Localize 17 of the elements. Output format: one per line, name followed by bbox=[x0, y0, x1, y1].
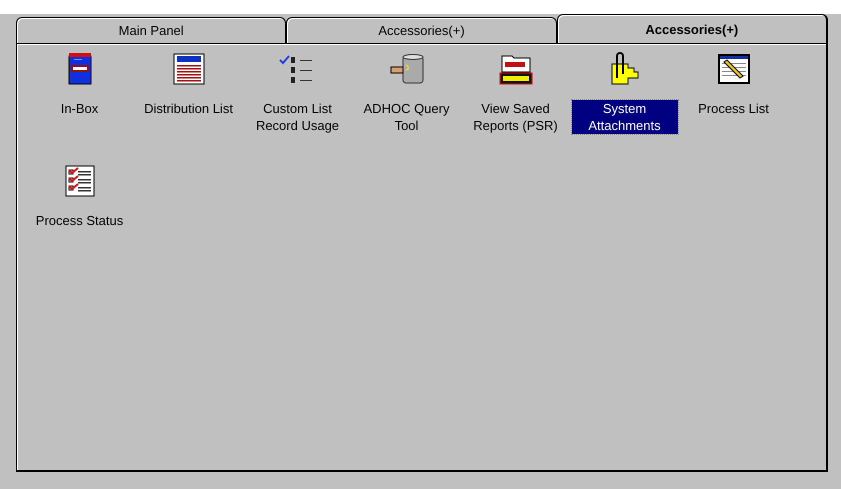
checklist-icon bbox=[64, 165, 94, 197]
hand-on-database-icon bbox=[388, 53, 424, 85]
shortcut-label[interactable]: Process Status bbox=[32, 212, 126, 229]
pencil-on-window-icon bbox=[718, 54, 750, 84]
tab[interactable]: Accessories(+) bbox=[556, 14, 828, 43]
shortcut-label[interactable]: System Attachments bbox=[572, 100, 678, 134]
mailbox-icon bbox=[68, 53, 92, 85]
shortcut-label[interactable]: In-Box bbox=[58, 100, 102, 117]
saved-reports-folder-icon bbox=[498, 53, 532, 85]
document-icon bbox=[172, 53, 204, 85]
shortcut-label[interactable]: Distribution List bbox=[141, 100, 236, 117]
shortcut-label[interactable]: ADHOC Query Tool bbox=[354, 100, 460, 134]
shortcut-label[interactable]: Custom List Record Usage bbox=[244, 100, 350, 134]
tab[interactable]: Main Panel bbox=[16, 17, 286, 43]
shortcut-label[interactable]: View Saved Reports (PSR) bbox=[462, 100, 568, 134]
shortcut-label[interactable]: Process List bbox=[695, 100, 772, 117]
tab[interactable]: Accessories(+) bbox=[286, 17, 557, 43]
